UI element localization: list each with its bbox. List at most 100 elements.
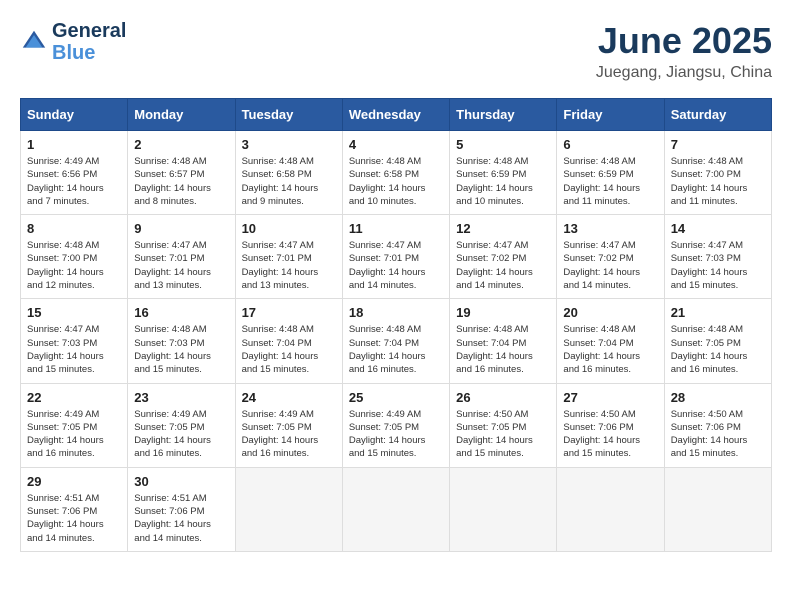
calendar-day-cell: 26 Sunrise: 4:50 AMSunset: 7:05 PMDaylig… — [450, 383, 557, 467]
day-info: Sunrise: 4:48 AMSunset: 7:04 PMDaylight:… — [349, 323, 443, 376]
day-info: Sunrise: 4:48 AMSunset: 6:57 PMDaylight:… — [134, 155, 228, 208]
day-info: Sunrise: 4:48 AMSunset: 6:59 PMDaylight:… — [456, 155, 550, 208]
day-info: Sunrise: 4:51 AMSunset: 7:06 PMDaylight:… — [134, 492, 228, 545]
day-number: 28 — [671, 390, 765, 405]
day-info: Sunrise: 4:47 AMSunset: 7:02 PMDaylight:… — [456, 239, 550, 292]
calendar-day-cell: 30 Sunrise: 4:51 AMSunset: 7:06 PMDaylig… — [128, 467, 235, 551]
calendar-day-cell — [450, 467, 557, 551]
day-number: 8 — [27, 221, 121, 236]
col-friday: Friday — [557, 99, 664, 131]
day-number: 17 — [242, 305, 336, 320]
day-number: 15 — [27, 305, 121, 320]
title-block: June 2025 Juegang, Jiangsu, China — [596, 20, 772, 82]
calendar-day-cell — [235, 467, 342, 551]
day-number: 7 — [671, 137, 765, 152]
day-number: 20 — [563, 305, 657, 320]
day-info: Sunrise: 4:48 AMSunset: 7:04 PMDaylight:… — [456, 323, 550, 376]
calendar-day-cell: 10 Sunrise: 4:47 AMSunset: 7:01 PMDaylig… — [235, 215, 342, 299]
calendar-day-cell: 21 Sunrise: 4:48 AMSunset: 7:05 PMDaylig… — [664, 299, 771, 383]
day-number: 11 — [349, 221, 443, 236]
day-number: 2 — [134, 137, 228, 152]
day-info: Sunrise: 4:48 AMSunset: 7:00 PMDaylight:… — [27, 239, 121, 292]
calendar-day-cell: 29 Sunrise: 4:51 AMSunset: 7:06 PMDaylig… — [21, 467, 128, 551]
calendar-week-row: 29 Sunrise: 4:51 AMSunset: 7:06 PMDaylig… — [21, 467, 772, 551]
calendar-day-cell: 15 Sunrise: 4:47 AMSunset: 7:03 PMDaylig… — [21, 299, 128, 383]
day-number: 29 — [27, 474, 121, 489]
calendar-day-cell: 28 Sunrise: 4:50 AMSunset: 7:06 PMDaylig… — [664, 383, 771, 467]
calendar-day-cell: 23 Sunrise: 4:49 AMSunset: 7:05 PMDaylig… — [128, 383, 235, 467]
day-number: 9 — [134, 221, 228, 236]
day-number: 12 — [456, 221, 550, 236]
day-info: Sunrise: 4:49 AMSunset: 7:05 PMDaylight:… — [27, 408, 121, 461]
page-header: General Blue June 2025 Juegang, Jiangsu,… — [20, 20, 772, 82]
day-info: Sunrise: 4:47 AMSunset: 7:03 PMDaylight:… — [27, 323, 121, 376]
calendar-day-cell: 9 Sunrise: 4:47 AMSunset: 7:01 PMDayligh… — [128, 215, 235, 299]
day-number: 13 — [563, 221, 657, 236]
day-info: Sunrise: 4:47 AMSunset: 7:03 PMDaylight:… — [671, 239, 765, 292]
day-info: Sunrise: 4:50 AMSunset: 7:06 PMDaylight:… — [671, 408, 765, 461]
calendar-day-cell: 24 Sunrise: 4:49 AMSunset: 7:05 PMDaylig… — [235, 383, 342, 467]
month-title: June 2025 — [596, 20, 772, 62]
location-subtitle: Juegang, Jiangsu, China — [596, 64, 772, 82]
day-info: Sunrise: 4:49 AMSunset: 7:05 PMDaylight:… — [134, 408, 228, 461]
day-info: Sunrise: 4:50 AMSunset: 7:06 PMDaylight:… — [563, 408, 657, 461]
day-number: 22 — [27, 390, 121, 405]
calendar-day-cell: 16 Sunrise: 4:48 AMSunset: 7:03 PMDaylig… — [128, 299, 235, 383]
calendar-week-row: 1 Sunrise: 4:49 AMSunset: 6:56 PMDayligh… — [21, 131, 772, 215]
day-info: Sunrise: 4:49 AMSunset: 7:05 PMDaylight:… — [242, 408, 336, 461]
calendar-table: Sunday Monday Tuesday Wednesday Thursday… — [20, 98, 772, 552]
day-info: Sunrise: 4:49 AMSunset: 6:56 PMDaylight:… — [27, 155, 121, 208]
day-number: 21 — [671, 305, 765, 320]
day-number: 26 — [456, 390, 550, 405]
calendar-day-cell: 18 Sunrise: 4:48 AMSunset: 7:04 PMDaylig… — [342, 299, 449, 383]
calendar-day-cell: 11 Sunrise: 4:47 AMSunset: 7:01 PMDaylig… — [342, 215, 449, 299]
col-thursday: Thursday — [450, 99, 557, 131]
col-saturday: Saturday — [664, 99, 771, 131]
col-wednesday: Wednesday — [342, 99, 449, 131]
col-sunday: Sunday — [21, 99, 128, 131]
calendar-day-cell: 22 Sunrise: 4:49 AMSunset: 7:05 PMDaylig… — [21, 383, 128, 467]
logo: General Blue — [20, 20, 126, 64]
day-info: Sunrise: 4:48 AMSunset: 7:00 PMDaylight:… — [671, 155, 765, 208]
day-number: 3 — [242, 137, 336, 152]
day-number: 10 — [242, 221, 336, 236]
day-number: 4 — [349, 137, 443, 152]
calendar-day-cell: 8 Sunrise: 4:48 AMSunset: 7:00 PMDayligh… — [21, 215, 128, 299]
calendar-day-cell: 13 Sunrise: 4:47 AMSunset: 7:02 PMDaylig… — [557, 215, 664, 299]
calendar-week-row: 15 Sunrise: 4:47 AMSunset: 7:03 PMDaylig… — [21, 299, 772, 383]
day-number: 25 — [349, 390, 443, 405]
calendar-day-cell: 19 Sunrise: 4:48 AMSunset: 7:04 PMDaylig… — [450, 299, 557, 383]
calendar-day-cell: 4 Sunrise: 4:48 AMSunset: 6:58 PMDayligh… — [342, 131, 449, 215]
col-tuesday: Tuesday — [235, 99, 342, 131]
day-number: 18 — [349, 305, 443, 320]
day-info: Sunrise: 4:48 AMSunset: 6:58 PMDaylight:… — [242, 155, 336, 208]
day-number: 23 — [134, 390, 228, 405]
day-number: 30 — [134, 474, 228, 489]
logo-line1: General — [52, 20, 126, 42]
calendar-day-cell: 14 Sunrise: 4:47 AMSunset: 7:03 PMDaylig… — [664, 215, 771, 299]
calendar-week-row: 22 Sunrise: 4:49 AMSunset: 7:05 PMDaylig… — [21, 383, 772, 467]
day-info: Sunrise: 4:49 AMSunset: 7:05 PMDaylight:… — [349, 408, 443, 461]
calendar-day-cell: 12 Sunrise: 4:47 AMSunset: 7:02 PMDaylig… — [450, 215, 557, 299]
day-info: Sunrise: 4:48 AMSunset: 7:03 PMDaylight:… — [134, 323, 228, 376]
calendar-day-cell: 17 Sunrise: 4:48 AMSunset: 7:04 PMDaylig… — [235, 299, 342, 383]
calendar-day-cell: 25 Sunrise: 4:49 AMSunset: 7:05 PMDaylig… — [342, 383, 449, 467]
day-info: Sunrise: 4:48 AMSunset: 6:59 PMDaylight:… — [563, 155, 657, 208]
calendar-day-cell: 6 Sunrise: 4:48 AMSunset: 6:59 PMDayligh… — [557, 131, 664, 215]
logo-icon — [20, 28, 48, 56]
day-info: Sunrise: 4:47 AMSunset: 7:02 PMDaylight:… — [563, 239, 657, 292]
calendar-day-cell — [342, 467, 449, 551]
day-number: 6 — [563, 137, 657, 152]
calendar-day-cell: 2 Sunrise: 4:48 AMSunset: 6:57 PMDayligh… — [128, 131, 235, 215]
day-number: 27 — [563, 390, 657, 405]
day-info: Sunrise: 4:47 AMSunset: 7:01 PMDaylight:… — [242, 239, 336, 292]
calendar-day-cell: 3 Sunrise: 4:48 AMSunset: 6:58 PMDayligh… — [235, 131, 342, 215]
day-number: 14 — [671, 221, 765, 236]
day-info: Sunrise: 4:47 AMSunset: 7:01 PMDaylight:… — [134, 239, 228, 292]
calendar-day-cell: 5 Sunrise: 4:48 AMSunset: 6:59 PMDayligh… — [450, 131, 557, 215]
day-info: Sunrise: 4:48 AMSunset: 7:04 PMDaylight:… — [563, 323, 657, 376]
calendar-day-cell — [557, 467, 664, 551]
day-info: Sunrise: 4:47 AMSunset: 7:01 PMDaylight:… — [349, 239, 443, 292]
day-number: 19 — [456, 305, 550, 320]
day-number: 1 — [27, 137, 121, 152]
